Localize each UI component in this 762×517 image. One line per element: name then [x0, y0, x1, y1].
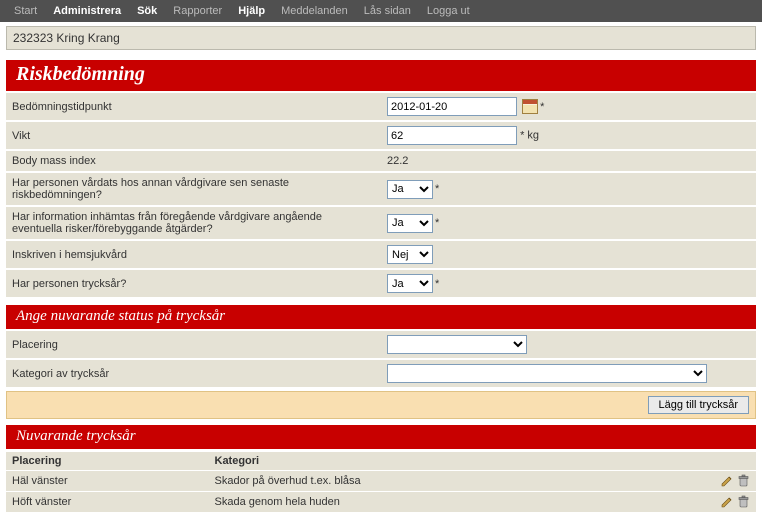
nav-rapporter[interactable]: Rapporter [165, 5, 230, 17]
edit-icon[interactable] [720, 495, 734, 509]
kategori-select[interactable] [387, 364, 707, 383]
top-nav: Start Administrera Sök Rapporter Hjälp M… [0, 0, 762, 22]
add-trycksar-button[interactable]: Lägg till trycksår [648, 396, 749, 414]
required-mark: * [435, 217, 439, 229]
vikt-label: Vikt [6, 122, 381, 149]
nav-sok[interactable]: Sök [129, 5, 165, 17]
placering-select[interactable] [387, 335, 527, 354]
cell-placering: Häl vänster [6, 471, 209, 491]
table-row: Höft vänster Skada genom hela huden [6, 492, 756, 512]
q1-select[interactable]: Ja [387, 180, 433, 199]
bed-tid-input[interactable] [387, 97, 517, 116]
vikt-unit: * kg [520, 130, 539, 142]
kategori-label: Kategori av trycksår [6, 360, 381, 387]
status-panel-title: Ange nuvarande status på trycksår [6, 305, 756, 329]
placering-label: Placering [6, 331, 381, 358]
q3-label: Inskriven i hemsjukvård [6, 241, 381, 268]
current-table: Placering Kategori Häl vänster Skador på… [6, 451, 756, 513]
col-actions [706, 452, 756, 470]
vikt-input[interactable] [387, 126, 517, 145]
bmi-value: 22.2 [381, 151, 756, 171]
cell-kategori: Skador på överhud t.ex. blåsa [209, 471, 707, 491]
nav-start[interactable]: Start [6, 5, 45, 17]
trash-icon[interactable] [737, 474, 750, 488]
table-row: Häl vänster Skador på överhud t.ex. blås… [6, 471, 756, 491]
col-kategori: Kategori [209, 452, 707, 470]
nav-meddelanden[interactable]: Meddelanden [273, 5, 356, 17]
edit-icon[interactable] [720, 474, 734, 488]
col-placering: Placering [6, 452, 209, 470]
bmi-label: Body mass index [6, 151, 381, 171]
risk-panel-title: Riskbedömning [6, 60, 756, 91]
risk-grid: Bedömningstidpunkt * Vikt * kg Body mass… [6, 91, 756, 299]
required-mark: * [435, 278, 439, 290]
q1-label: Har personen vårdats hos annan vårdgivar… [6, 173, 381, 205]
required-mark: * [435, 183, 439, 195]
required-mark: * [540, 101, 544, 113]
patient-bar: 232323 Kring Krang [6, 26, 756, 50]
status-grid: Placering Kategori av trycksår [6, 329, 756, 389]
nav-logga-ut[interactable]: Logga ut [419, 5, 478, 17]
nav-hjalp[interactable]: Hjälp [230, 5, 273, 17]
calendar-icon[interactable] [522, 99, 538, 114]
q2-label: Har information inhämtas från föregående… [6, 207, 381, 239]
nav-las-sidan[interactable]: Lås sidan [356, 5, 419, 17]
q4-label: Har personen trycksår? [6, 270, 381, 297]
current-panel-title: Nuvarande trycksår [6, 425, 756, 449]
trash-icon[interactable] [737, 495, 750, 509]
q2-select[interactable]: Ja [387, 214, 433, 233]
status-action-bar: Lägg till trycksår [6, 391, 756, 419]
q3-select[interactable]: Nej [387, 245, 433, 264]
bed-tid-label: Bedömningstidpunkt [6, 93, 381, 120]
q4-select[interactable]: Ja [387, 274, 433, 293]
cell-placering: Höft vänster [6, 492, 209, 512]
nav-administrera[interactable]: Administrera [45, 5, 129, 17]
cell-kategori: Skada genom hela huden [209, 492, 707, 512]
